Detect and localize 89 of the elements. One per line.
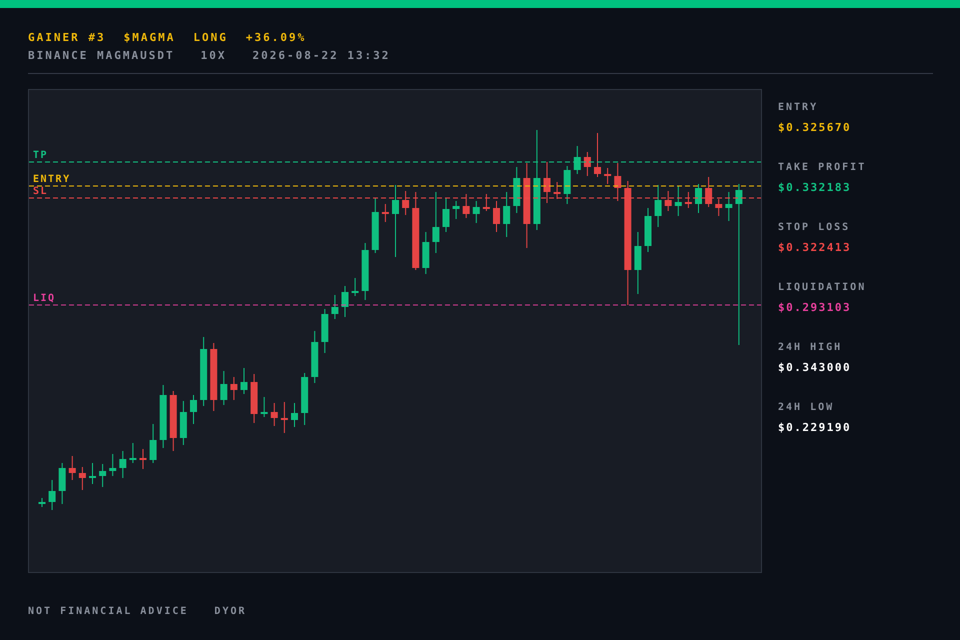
candle	[402, 190, 410, 216]
candle	[362, 242, 369, 300]
subtitle-text: 10X	[200, 49, 226, 63]
candle	[382, 204, 389, 222]
subtitle-text: BINANCE MAGMAUSDT	[28, 49, 175, 63]
disclaimer-text: NOT FINANCIAL ADVICE	[28, 606, 188, 617]
candle	[513, 166, 520, 214]
candle	[604, 168, 612, 184]
candle	[594, 132, 601, 178]
stat-value: $0.229190	[778, 421, 852, 435]
stat-label: 24H HIGH	[778, 341, 844, 355]
candle	[725, 192, 732, 222]
candle	[503, 192, 510, 238]
candle	[311, 330, 318, 384]
candle	[160, 384, 167, 448]
candle	[462, 194, 470, 218]
candle	[240, 368, 248, 394]
candle	[210, 342, 218, 412]
line-label: TP	[33, 150, 48, 161]
candle	[58, 462, 66, 504]
candle	[372, 198, 379, 254]
candle	[493, 200, 500, 232]
candle	[129, 442, 136, 464]
candle	[482, 194, 490, 212]
disclaimer-text: DYOR	[214, 606, 247, 617]
stat-label: LIQUIDATION	[778, 281, 866, 295]
candle	[554, 182, 561, 200]
headline-text: GAINER #3	[28, 31, 106, 45]
headline-text: LONG	[193, 31, 228, 45]
candle	[342, 286, 348, 318]
candle	[280, 402, 288, 434]
candle	[544, 162, 550, 204]
headline-text: +36.09%	[246, 31, 306, 45]
candle	[260, 396, 268, 418]
candle	[584, 152, 591, 176]
line-label: ENTRY	[33, 174, 71, 185]
candle	[99, 464, 106, 488]
candle	[150, 424, 157, 464]
candle	[270, 402, 278, 426]
candle	[654, 184, 662, 228]
candle	[674, 186, 682, 216]
stat-value: $0.293103	[778, 301, 852, 315]
stat-value: $0.322413	[778, 241, 852, 255]
candle	[48, 480, 56, 510]
candle	[301, 372, 308, 426]
candle	[291, 402, 298, 428]
candle	[452, 200, 460, 220]
line-label: SL	[33, 186, 48, 197]
stat-value: $0.343000	[778, 361, 852, 375]
headline-text: $MAGMA	[124, 31, 176, 45]
stat-label: ENTRY	[778, 101, 820, 115]
candle	[564, 166, 571, 204]
candle	[89, 462, 96, 484]
candle	[634, 232, 642, 294]
candle	[68, 456, 76, 480]
candle	[220, 370, 228, 406]
candle	[119, 450, 126, 478]
candle	[472, 200, 480, 224]
candle	[250, 374, 258, 424]
candle	[200, 336, 208, 406]
candle	[695, 184, 702, 214]
candle	[78, 466, 86, 490]
candle	[331, 294, 338, 320]
candle	[321, 308, 328, 354]
stat-value: $0.325670	[778, 121, 852, 135]
candle	[352, 278, 359, 296]
candle	[180, 400, 187, 446]
candle	[644, 208, 652, 252]
candle	[574, 146, 581, 174]
candle	[422, 232, 430, 274]
candle	[140, 448, 146, 470]
candle	[190, 394, 197, 424]
candle	[230, 376, 238, 400]
candle	[38, 498, 46, 508]
candle	[170, 390, 177, 452]
stat-label: 24H LOW	[778, 401, 836, 415]
candle	[715, 198, 722, 216]
stat-label: TAKE PROFIT	[778, 161, 866, 175]
candle	[614, 162, 622, 202]
stat-label: STOP LOSS	[778, 221, 852, 235]
subtitle-text: 2026-08-22 13:32	[252, 49, 390, 63]
candle	[664, 190, 672, 212]
line-label: LIQ	[33, 293, 56, 304]
candle	[684, 192, 692, 208]
candle	[109, 454, 116, 476]
stat-value: $0.332183	[778, 181, 852, 195]
candle	[705, 176, 712, 208]
candle	[432, 192, 440, 254]
candle	[442, 198, 450, 232]
